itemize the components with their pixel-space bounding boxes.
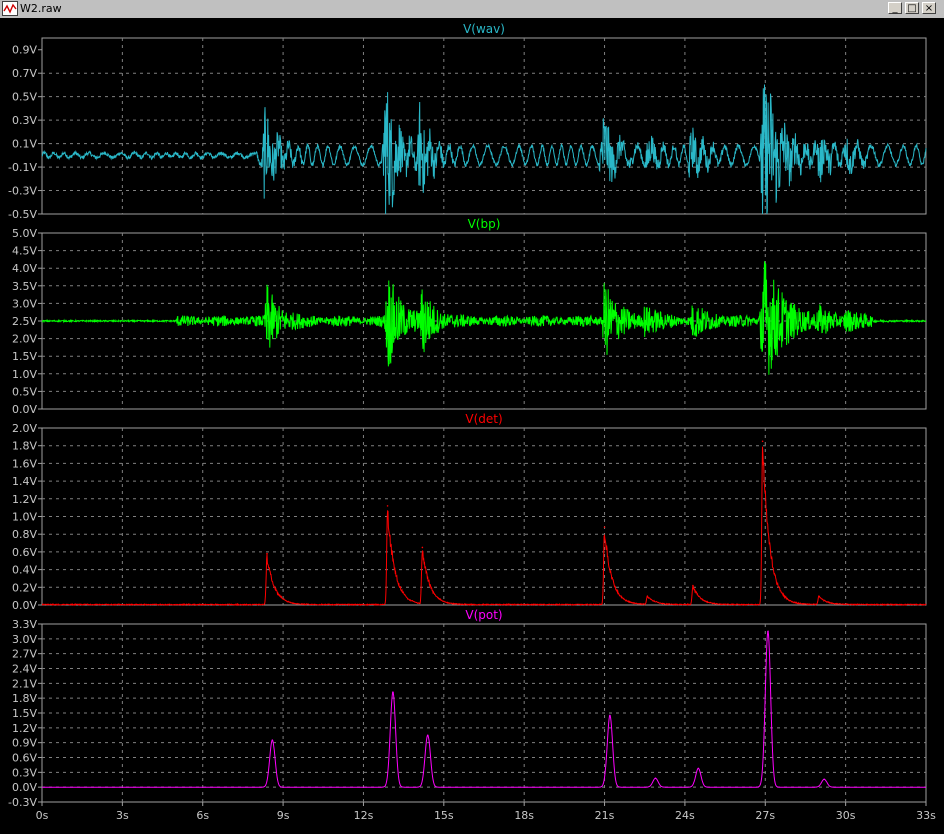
y-tick-label: 0.0V — [12, 403, 37, 416]
y-tick-label: 2.0V — [12, 422, 37, 435]
y-tick-label: -0.5V — [8, 208, 37, 221]
peak-point — [697, 767, 700, 770]
waveform-icon — [2, 1, 18, 16]
x-tick-label: 18s — [514, 809, 534, 822]
peak-point — [426, 734, 429, 737]
title-bar[interactable]: W2.raw _ □ × — [0, 0, 944, 19]
y-tick-label: 4.5V — [12, 245, 37, 258]
peak-point — [609, 714, 611, 717]
peak-point — [603, 526, 606, 528]
peak-point — [421, 546, 424, 549]
y-tick-label: 3.0V — [12, 297, 37, 310]
y-tick-label: 0.5V — [12, 91, 37, 104]
peak-point — [654, 777, 657, 780]
y-tick-label: -0.3V — [8, 796, 37, 809]
x-tick-label: 24s — [675, 809, 695, 822]
y-tick-label: 2.4V — [12, 663, 37, 676]
y-tick-label: 0.2V — [12, 581, 37, 594]
y-tick-label: 1.4V — [12, 475, 37, 488]
y-tick-label: 2.1V — [12, 677, 37, 690]
y-tick-label: 4.0V — [12, 262, 37, 275]
chart-title: V(wav) — [463, 22, 505, 36]
x-tick-label: 21s — [595, 809, 615, 822]
chart-title: V(pot) — [465, 608, 502, 622]
y-tick-label: 0.1V — [12, 138, 37, 151]
y-tick-label: 2.5V — [12, 315, 37, 328]
x-tick-label: 6s — [196, 809, 209, 822]
y-tick-label: 3.5V — [12, 280, 37, 293]
x-tick-label: 30s — [836, 809, 856, 822]
y-tick-label: 1.0V — [12, 368, 37, 381]
y-tick-label: 1.0V — [12, 511, 37, 524]
y-tick-label: -0.3V — [8, 185, 37, 198]
peak-point — [818, 595, 820, 597]
y-tick-label: 1.5V — [12, 350, 37, 363]
y-tick-label: 5.0V — [12, 227, 37, 240]
y-tick-label: 2.0V — [12, 333, 37, 346]
peak-point — [271, 739, 274, 741]
y-tick-label: -0.1V — [8, 161, 37, 174]
y-tick-label: 3.3V — [12, 618, 37, 631]
waveform-viewer-window: W2.raw _ □ × -0.5V -0.3V -0.1V 0.1V 0.3V 0.5V… — [0, 0, 944, 834]
peak-point — [266, 552, 268, 555]
y-tick-label: 0.9V — [12, 737, 37, 750]
y-tick-label: 1.2V — [12, 493, 37, 506]
x-tick-label: 3s — [116, 809, 129, 822]
peak-point — [646, 595, 649, 597]
plot-background — [0, 18, 944, 834]
peak-point — [767, 630, 769, 633]
peak-point — [386, 505, 389, 507]
x-tick-label: 27s — [755, 809, 775, 822]
y-tick-label: 0.3V — [12, 766, 37, 779]
y-tick-label: 1.6V — [12, 457, 37, 470]
y-tick-label: 0.0V — [12, 781, 37, 794]
chart-title: V(bp) — [468, 217, 501, 231]
x-tick-label: 12s — [354, 809, 374, 822]
y-tick-label: 0.3V — [12, 114, 37, 127]
y-tick-label: 0.4V — [12, 564, 37, 577]
y-tick-label: 1.2V — [12, 722, 37, 735]
plot-area[interactable]: -0.5V -0.3V -0.1V 0.1V 0.3V 0.5V 0.7V 0.9V V(wav… — [0, 18, 944, 834]
peak-point — [392, 691, 394, 694]
peak-point — [761, 440, 764, 443]
y-tick-label: 0.9V — [12, 44, 37, 57]
y-tick-label: 1.8V — [12, 692, 37, 705]
y-tick-label: 2.7V — [12, 648, 37, 661]
peak-point — [692, 584, 694, 587]
y-tick-label: 0.6V — [12, 752, 37, 765]
window-title: W2.raw — [20, 2, 62, 15]
peak-point — [823, 778, 826, 781]
y-tick-label: 1.5V — [12, 707, 37, 720]
y-tick-label: 1.8V — [12, 440, 37, 453]
x-tick-label: 0s — [36, 809, 49, 822]
y-tick-label: 0.5V — [12, 385, 37, 398]
y-tick-label: 0.7V — [12, 67, 37, 80]
restore-button[interactable]: □ — [905, 2, 919, 14]
x-tick-label: 9s — [277, 809, 290, 822]
chart-title: V(det) — [465, 412, 502, 426]
minimize-button[interactable]: _ — [888, 2, 902, 14]
y-tick-label: 0.8V — [12, 528, 37, 541]
y-tick-label: 0.6V — [12, 546, 37, 559]
x-tick-label: 33s — [916, 809, 936, 822]
close-button[interactable]: × — [922, 2, 936, 14]
y-tick-label: 0.0V — [12, 599, 37, 612]
y-tick-label: 3.0V — [12, 633, 37, 646]
x-tick-label: 15s — [434, 809, 454, 822]
